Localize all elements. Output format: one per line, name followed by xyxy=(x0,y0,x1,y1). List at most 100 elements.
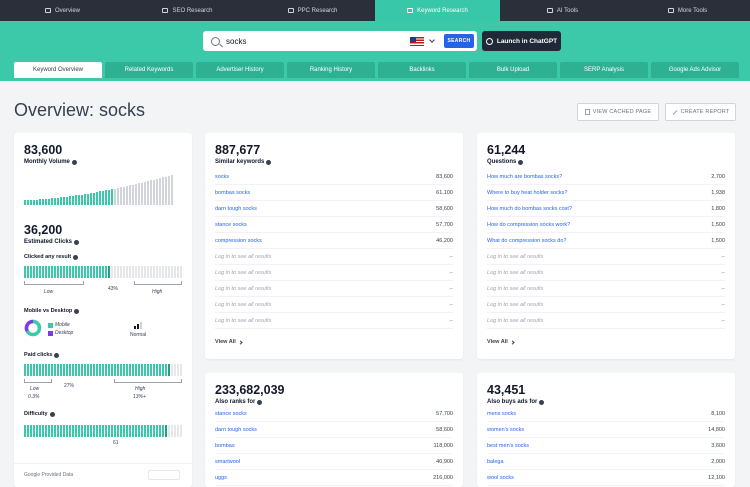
similar-row: Log in to see all results -- xyxy=(215,297,453,313)
search-button[interactable]: SEARCH xyxy=(444,34,474,48)
search-volume: 40,900 xyxy=(436,458,453,465)
gauge-segment xyxy=(147,425,149,437)
gauge-segment xyxy=(129,425,131,437)
gauge-segment xyxy=(153,266,155,278)
external-link-icon xyxy=(672,109,678,115)
questions-view-all[interactable]: View All xyxy=(487,339,725,345)
us-flag-icon[interactable] xyxy=(410,36,424,46)
also-ranks-label: Also ranks for xyxy=(215,399,453,405)
keyword-link[interactable]: mens socks xyxy=(487,411,516,417)
gauge-segment xyxy=(117,364,119,376)
tab-google-ads-advisor[interactable]: Google Ads Advisor xyxy=(651,62,739,78)
question-row: Log in to see all results -- xyxy=(487,297,725,313)
tab-keyword-overview[interactable]: Keyword Overview xyxy=(14,62,102,78)
keyword-link[interactable]: darn tough socks xyxy=(215,427,257,433)
search-volume: 58,600 xyxy=(436,426,453,433)
launch-chatgpt-button[interactable]: Launch in ChatGPT xyxy=(482,31,561,51)
gauge-segment xyxy=(51,266,53,278)
tab-related-keywords[interactable]: Related Keywords xyxy=(105,62,193,78)
similar-view-all[interactable]: View All xyxy=(215,339,453,345)
monthly-volume-value: 83,600 xyxy=(24,143,63,157)
similar-row: darn tough socks 58,600 xyxy=(215,201,453,217)
gauge-segment xyxy=(36,425,38,437)
gauge-segment xyxy=(174,266,176,278)
gauge-segment xyxy=(24,364,26,376)
volume-bar xyxy=(93,193,95,205)
gauge-segment xyxy=(78,266,80,278)
keyword-link[interactable]: stance socks xyxy=(215,222,247,228)
keyword-link[interactable]: stance socks xyxy=(215,411,247,417)
paid-clicks-percent: 27% xyxy=(64,383,75,389)
help-icon[interactable] xyxy=(71,159,77,165)
search-input[interactable] xyxy=(226,36,396,46)
volume-bar xyxy=(165,177,167,205)
gauge-segment xyxy=(153,425,155,437)
keyword-link[interactable]: best men's socks xyxy=(487,443,529,449)
volume-bar xyxy=(168,176,170,205)
gauge-segment xyxy=(81,364,83,376)
help-icon[interactable] xyxy=(257,399,263,405)
keyword-link[interactable]: How much are bombas socks? xyxy=(487,174,562,180)
gauge-segment xyxy=(90,425,92,437)
gauge-segment xyxy=(150,425,152,437)
keyword-link[interactable]: bombas xyxy=(215,443,235,449)
keyword-link[interactable]: wool socks xyxy=(487,475,514,481)
view-cached-page-button[interactable]: VIEW CACHED PAGE xyxy=(577,103,659,121)
nav-ppc-research[interactable]: PPC Research xyxy=(250,0,375,21)
keyword-link[interactable]: compression socks xyxy=(215,238,262,244)
gauge-segment xyxy=(162,266,164,278)
keyword-link[interactable]: smartwool xyxy=(215,459,240,465)
gauge-segment xyxy=(114,364,116,376)
desktop-swatch xyxy=(48,330,53,336)
gauge-segment xyxy=(153,364,155,376)
gauge-segment xyxy=(36,266,38,278)
nav-ai-tools[interactable]: AI Tools xyxy=(500,0,625,21)
tab-ranking-history[interactable]: Ranking History xyxy=(287,62,375,78)
create-report-button[interactable]: CREATE REPORT xyxy=(665,103,736,121)
login-placeholder: Log in to see all results xyxy=(487,253,544,260)
keyword-link[interactable]: darn tough socks xyxy=(215,206,257,212)
help-icon[interactable] xyxy=(539,399,545,405)
chevron-down-icon[interactable] xyxy=(429,36,435,43)
keyword-link[interactable]: women's socks xyxy=(487,427,524,433)
gauge-segment xyxy=(108,266,110,278)
volume-bar xyxy=(129,185,131,205)
device-normal-label: Normal xyxy=(130,332,147,338)
help-icon[interactable] xyxy=(266,159,272,165)
google-data-toggle[interactable] xyxy=(148,470,180,480)
nav-overview[interactable]: Overview xyxy=(0,0,125,21)
gauge-segment xyxy=(117,425,119,437)
help-icon[interactable] xyxy=(54,352,60,358)
keyword-link[interactable]: How do compression socks work? xyxy=(487,222,570,228)
difficulty-gauge xyxy=(24,425,182,437)
search-volume: -- xyxy=(449,285,453,292)
keyword-link[interactable]: uggs xyxy=(215,475,227,481)
tab-serp-analysis[interactable]: SERP Analysis xyxy=(560,62,648,78)
keyword-link[interactable]: bombas socks xyxy=(215,190,250,196)
gauge-segment xyxy=(27,266,29,278)
help-icon[interactable] xyxy=(74,308,80,314)
question-row: Log in to see all results -- xyxy=(487,265,725,281)
help-icon[interactable] xyxy=(74,239,80,245)
nav-keyword-research[interactable]: Keyword Research xyxy=(375,0,500,21)
gauge-segment xyxy=(144,425,146,437)
search-volume: 3,600 xyxy=(711,442,725,449)
keyword-link[interactable]: balega xyxy=(487,459,504,465)
nav-seo-research[interactable]: SEO Research xyxy=(125,0,250,21)
tab-backlinks[interactable]: Backlinks xyxy=(378,62,466,78)
gauge-segment xyxy=(138,364,140,376)
gauge-segment xyxy=(108,364,110,376)
keyword-link[interactable]: What do compression socks do? xyxy=(487,238,566,244)
keyword-link[interactable]: Where to buy heat holder socks? xyxy=(487,190,567,196)
nav-more-tools[interactable]: More Tools xyxy=(625,0,750,21)
tab-advertiser-history[interactable]: Advertiser History xyxy=(196,62,284,78)
keyword-link[interactable]: How much do bombas socks cost? xyxy=(487,206,572,212)
tab-bulk-upload[interactable]: Bulk Upload xyxy=(469,62,557,78)
volume-bar xyxy=(147,181,149,205)
help-icon[interactable] xyxy=(49,411,55,417)
help-icon[interactable] xyxy=(518,159,524,165)
gauge-segment xyxy=(75,266,77,278)
keyword-link[interactable]: socks xyxy=(215,174,229,180)
gauge-segment xyxy=(147,364,149,376)
help-icon[interactable] xyxy=(73,254,79,260)
